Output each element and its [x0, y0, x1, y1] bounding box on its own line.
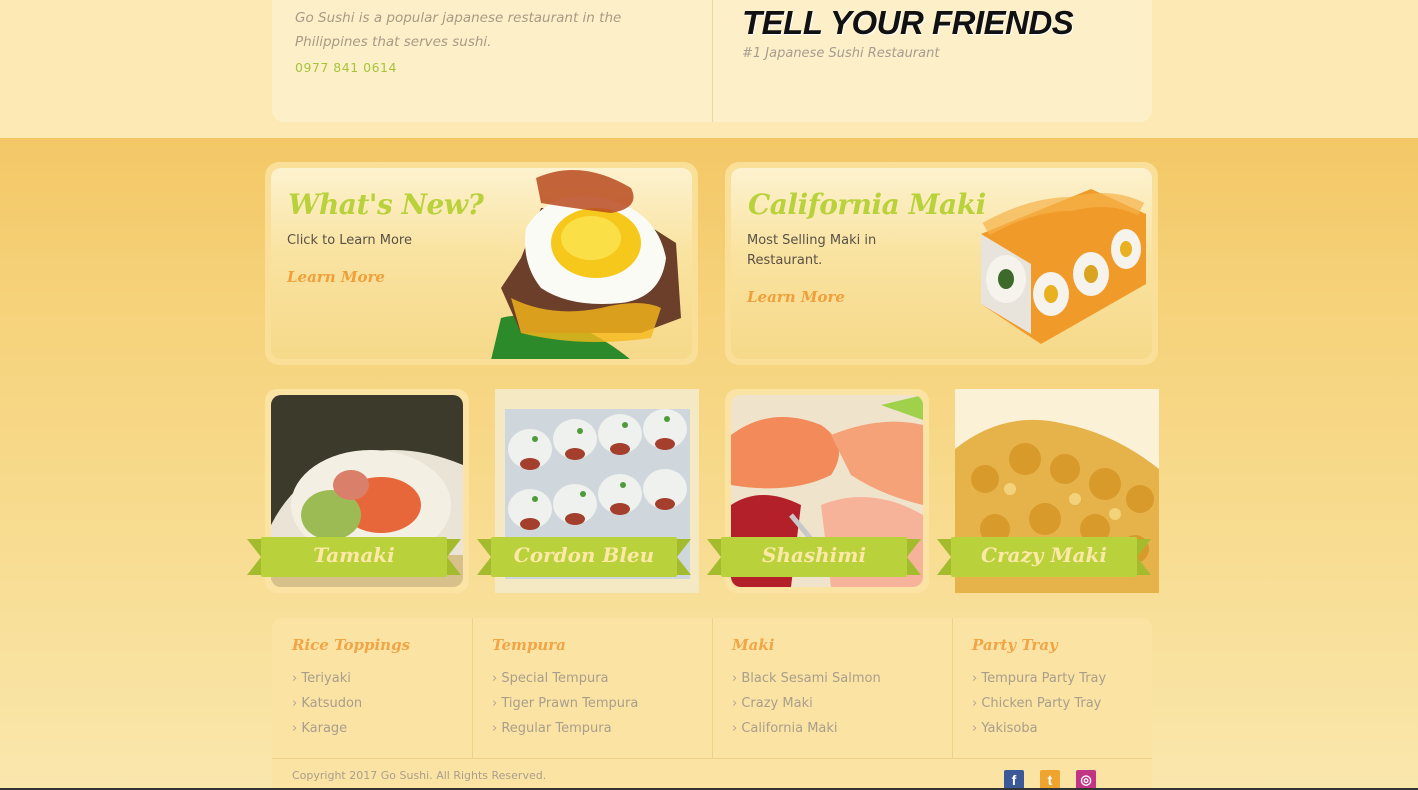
promo-whats-new[interactable]: What's New? Click to Learn More Learn Mo…: [265, 162, 698, 365]
facebook-icon[interactable]: f: [1004, 770, 1024, 790]
tile-label[interactable]: Crazy Maki: [951, 543, 1137, 567]
footer-col-maki: Maki Black Sesami Salmon Crazy Maki Cali…: [712, 618, 952, 758]
footer-col-title[interactable]: Party Tray: [972, 636, 1058, 654]
tile-label[interactable]: Shashimi: [721, 543, 907, 567]
tell-friends-title: TELL YOUR FRIENDS: [742, 4, 1074, 41]
footer-col-title[interactable]: Tempura: [492, 636, 566, 654]
footer-link[interactable]: Teriyaki: [292, 666, 362, 691]
footer-link[interactable]: Black Sesami Salmon: [732, 666, 880, 691]
footer-link[interactable]: Special Tempura: [492, 666, 638, 691]
tagline: #1 Japanese Sushi Restaurant: [742, 46, 940, 61]
divider: [712, 0, 713, 122]
divider: [472, 618, 473, 758]
twitter-icon[interactable]: t: [1040, 770, 1060, 790]
footer: Rice Toppings Teriyaki Katsudon Karage T…: [272, 618, 1152, 790]
copyright-text: Copyright 2017 Go Sushi. All Rights Rese…: [292, 769, 547, 782]
footer-link[interactable]: Chicken Party Tray: [972, 691, 1106, 716]
california-maki-image: [981, 189, 1146, 344]
footer-link[interactable]: Tiger Prawn Tempura: [492, 691, 638, 716]
ribbon-cordon-bleu: Cordon Bleu: [477, 537, 691, 577]
promo-title: California Maki: [748, 188, 986, 221]
footer-col-rice-toppings: Rice Toppings Teriyaki Katsudon Karage: [272, 618, 472, 758]
footer-col-tempura: Tempura Special Tempura Tiger Prawn Temp…: [472, 618, 712, 758]
ribbon-shashimi: Shashimi: [707, 537, 921, 577]
footer-link[interactable]: California Maki: [732, 716, 881, 741]
ribbon-tamaki: Tamaki: [247, 537, 461, 577]
footer-col-party-tray: Party Tray Tempura Party Tray Chicken Pa…: [952, 618, 1152, 758]
tile-label[interactable]: Tamaki: [261, 543, 447, 567]
tile-label[interactable]: Cordon Bleu: [491, 543, 677, 567]
divider: [272, 758, 1152, 759]
footer-col-title[interactable]: Rice Toppings: [292, 636, 410, 654]
promo-description: Most Selling Maki in Restaurant.: [747, 233, 877, 268]
promo-california-maki[interactable]: California Maki Most Selling Maki in Res…: [725, 162, 1158, 365]
learn-more-link[interactable]: Learn More: [747, 288, 845, 306]
footer-link[interactable]: Tempura Party Tray: [972, 666, 1106, 691]
about-text: Go Sushi is a popular japanese restauran…: [295, 10, 622, 50]
promo-description: Click to Learn More: [287, 233, 412, 248]
instagram-icon[interactable]: ◎: [1076, 770, 1096, 790]
footer-link[interactable]: Regular Tempura: [492, 716, 638, 741]
divider: [712, 618, 713, 758]
footer-link[interactable]: Yakisoba: [972, 716, 1106, 741]
ribbon-crazy-maki: Crazy Maki: [937, 537, 1151, 577]
footer-col-title[interactable]: Maki: [732, 636, 774, 654]
phone-number[interactable]: 0977 841 0614: [295, 60, 397, 75]
promo-title: What's New?: [288, 188, 484, 221]
divider: [952, 618, 953, 758]
footer-link[interactable]: Crazy Maki: [732, 691, 881, 716]
footer-link[interactable]: Karage: [292, 716, 362, 741]
egg-topped-steak-image: [491, 170, 681, 359]
footer-link[interactable]: Katsudon: [292, 691, 362, 716]
learn-more-link[interactable]: Learn More: [287, 268, 385, 286]
